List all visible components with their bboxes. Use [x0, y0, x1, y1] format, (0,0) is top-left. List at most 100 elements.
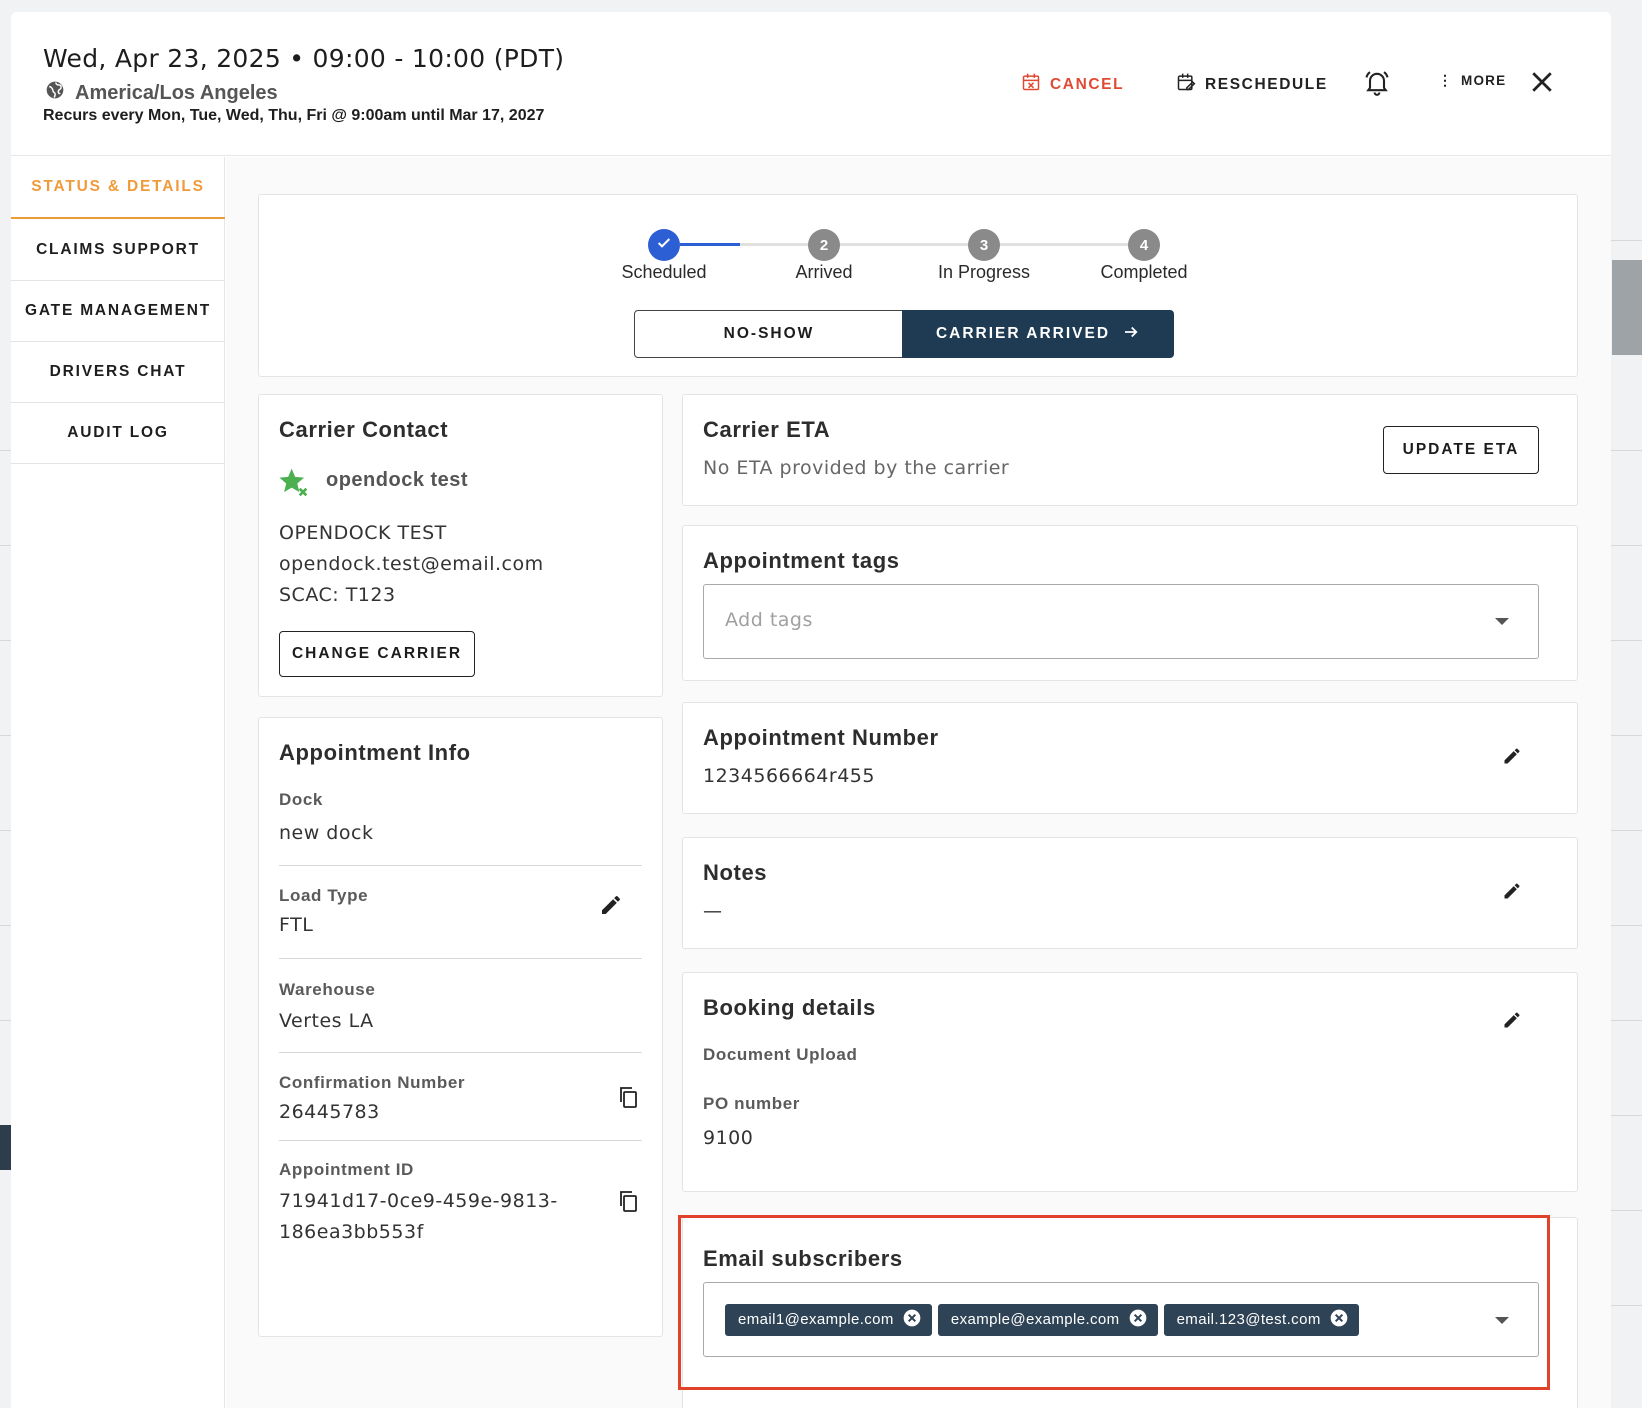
side-nav: STATUS & DETAILS CLAIMS SUPPORT GATE MAN…: [11, 157, 225, 1408]
notifications-button[interactable]: [1363, 68, 1391, 101]
divider: [279, 1052, 642, 1053]
dropdown-arrow-icon[interactable]: [1495, 618, 1509, 625]
edit-booking-details-button[interactable]: [1495, 1005, 1529, 1039]
close-icon: [1527, 67, 1557, 102]
arrow-right-icon: [1122, 323, 1140, 346]
carrier-name: opendock test: [326, 469, 469, 491]
load-type-value: FTL: [279, 914, 314, 936]
close-button[interactable]: [1527, 67, 1557, 102]
appointment-info-card: Appointment Info Dock new dock Load Type…: [258, 717, 663, 1337]
cancel-label: CANCEL: [1050, 75, 1125, 93]
calendar-edit-icon: [1176, 72, 1196, 97]
nav-tab-label: CLAIMS SUPPORT: [36, 240, 200, 258]
copy-appointment-id-button[interactable]: [611, 1186, 645, 1220]
pencil-icon: [1502, 746, 1522, 771]
carrier-arrived-button[interactable]: CARRIER ARRIVED: [902, 310, 1174, 358]
carrier-contact-card: Carrier Contact opendock test OPENDOCK T…: [258, 394, 663, 697]
notes-value: —: [703, 900, 723, 922]
nav-tab-drivers-chat[interactable]: DRIVERS CHAT: [11, 341, 225, 403]
step-connector: [1000, 243, 1128, 246]
step-scheduled: [648, 229, 680, 261]
confirmation-number-value: 26445783: [279, 1101, 380, 1123]
step-label-scheduled: Scheduled: [621, 262, 707, 282]
step-label-in-progress: In Progress: [937, 262, 1031, 282]
tags-placeholder: Add tags: [725, 609, 813, 631]
carrier-eta-title: Carrier ETA: [703, 417, 831, 442]
copy-icon: [616, 1189, 640, 1218]
step-label-completed: Completed: [1100, 262, 1188, 282]
step-completed: 4: [1128, 229, 1160, 261]
appointment-tags-title: Appointment tags: [703, 548, 900, 573]
load-type-label: Load Type: [279, 886, 369, 905]
appointment-number-title: Appointment Number: [703, 725, 939, 750]
notes-title: Notes: [703, 860, 768, 885]
nav-tab-label: AUDIT LOG: [67, 423, 169, 441]
dock-value: new dock: [279, 822, 374, 844]
appointment-modal: Wed, Apr 23, 2025 • 09:00 - 10:00 (PDT) …: [11, 12, 1611, 1408]
nav-tab-claims-support[interactable]: CLAIMS SUPPORT: [11, 219, 225, 281]
nav-tab-label: DRIVERS CHAT: [49, 362, 187, 380]
no-show-button[interactable]: NO-SHOW: [634, 310, 904, 358]
nav-tab-label: STATUS & DETAILS: [31, 178, 205, 195]
edit-appointment-number-button[interactable]: [1495, 741, 1529, 775]
star-icon: [277, 466, 309, 503]
pencil-icon: [1502, 881, 1522, 906]
dots-vertical-icon: ⋮: [1438, 72, 1452, 88]
modal-header: Wed, Apr 23, 2025 • 09:00 - 10:00 (PDT) …: [11, 12, 1611, 156]
timezone-label: America/Los Angeles: [75, 81, 278, 104]
status-card: 2 3 4 Scheduled Arrived In Progress Comp…: [258, 194, 1578, 377]
edit-load-type-button[interactable]: [594, 890, 628, 924]
divider: [279, 1140, 642, 1141]
check-icon: [656, 235, 672, 255]
copy-confirmation-button[interactable]: [611, 1082, 645, 1116]
pencil-icon: [1502, 1010, 1522, 1035]
tags-select[interactable]: Add tags: [703, 584, 1539, 659]
divider: [279, 865, 642, 866]
step-label-arrived: Arrived: [795, 262, 853, 282]
carrier-scac: SCAC: T123: [279, 584, 396, 606]
nav-tab-gate-management[interactable]: GATE MANAGEMENT: [11, 280, 225, 342]
appointment-tags-card: Appointment tags Add tags: [682, 525, 1578, 681]
notes-card: Notes —: [682, 837, 1578, 949]
step-connector: [740, 243, 808, 246]
details-content: 2 3 4 Scheduled Arrived In Progress Comp…: [226, 157, 1611, 1408]
reschedule-label: RESCHEDULE: [1205, 75, 1328, 93]
warehouse-value: Vertes LA: [279, 1010, 374, 1032]
confirmation-number-label: Confirmation Number: [279, 1073, 466, 1092]
copy-icon: [616, 1085, 640, 1114]
carrier-arrived-label: CARRIER ARRIVED: [935, 325, 1111, 342]
step-connector: [840, 243, 968, 246]
recurrence-text: Recurs every Mon, Tue, Wed, Thu, Fri @ 9…: [43, 107, 545, 124]
divider: [279, 958, 642, 959]
calendar-cancel-icon: [1021, 72, 1041, 97]
step-arrived: 2: [808, 229, 840, 261]
appointment-id-label: Appointment ID: [279, 1160, 414, 1179]
appointment-number-card: Appointment Number 1234566664r455: [682, 702, 1578, 814]
warehouse-label: Warehouse: [279, 980, 376, 999]
appointment-date-time: Wed, Apr 23, 2025 • 09:00 - 10:00 (PDT): [43, 44, 565, 73]
edit-notes-button[interactable]: [1495, 876, 1529, 910]
highlight-frame: [678, 1215, 1550, 1390]
nav-tab-label: GATE MANAGEMENT: [24, 301, 211, 319]
background-row: [1612, 260, 1642, 355]
change-carrier-label: CHANGE CARRIER: [291, 645, 463, 662]
carrier-eta-text: No ETA provided by the carrier: [703, 457, 1010, 479]
carrier-email: opendock.test@email.com: [279, 553, 544, 575]
globe-icon: [45, 80, 65, 106]
carrier-contact-title: Carrier Contact: [279, 417, 449, 442]
reschedule-button[interactable]: RESCHEDULE: [1176, 72, 1328, 97]
carrier-company: OPENDOCK TEST: [279, 522, 447, 544]
more-label: MORE: [1461, 73, 1507, 88]
more-button[interactable]: ⋮ MORE: [1438, 72, 1506, 89]
nav-tab-status-details[interactable]: STATUS & DETAILS: [11, 157, 225, 219]
step-connector: [680, 243, 740, 246]
cancel-button[interactable]: CANCEL: [1021, 72, 1124, 97]
nav-tab-audit-log[interactable]: AUDIT LOG: [11, 402, 225, 464]
po-number-value: 9100: [703, 1127, 754, 1149]
pencil-icon: [599, 893, 623, 922]
update-eta-button[interactable]: UPDATE ETA: [1383, 426, 1539, 474]
appointment-id-line1: 71941d17-0ce9-459e-9813-: [279, 1190, 558, 1212]
appointment-info-title: Appointment Info: [279, 740, 471, 765]
change-carrier-button[interactable]: CHANGE CARRIER: [279, 631, 475, 677]
bell-ring-icon: [1363, 68, 1391, 101]
